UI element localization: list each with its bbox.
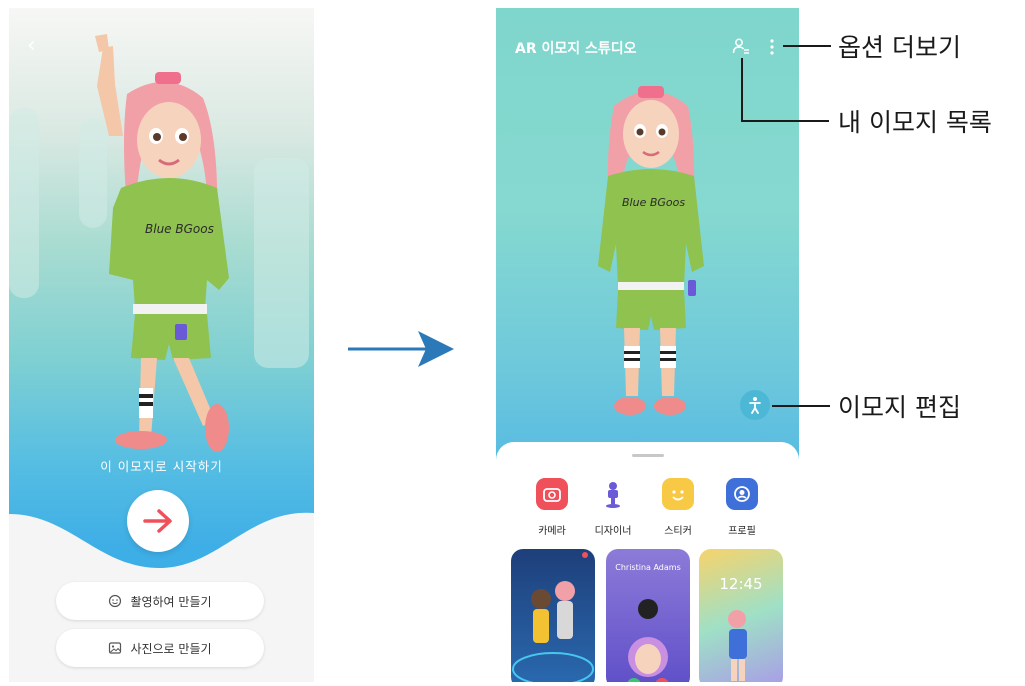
flow-arrow-icon bbox=[348, 331, 454, 367]
callout-line-my-emoji-list bbox=[741, 120, 829, 122]
card-caption: 12:45 bbox=[719, 575, 763, 593]
phone-screen-ar-emoji-studio: AR 이모지 스튜디오 Blue BGoos 카메라 디자이너 스티커 프로필 … bbox=[496, 8, 799, 682]
edit-emoji-button[interactable] bbox=[740, 390, 770, 420]
phone-screen-create-emoji: Blue BGoos ‹ 이 이모지로 시작하기 촬영하여 만들기 사진으로 만… bbox=[9, 8, 314, 682]
camera-icon bbox=[536, 478, 568, 510]
arrow-right-icon bbox=[143, 509, 172, 533]
create-from-photo-label: 사진으로 만들기 bbox=[130, 641, 212, 656]
emoji-avatar-illustration: Blue BGoos bbox=[598, 86, 704, 415]
callout-more-options: 옵션 더보기 bbox=[838, 33, 961, 62]
menu-item-label: 카메라 bbox=[538, 526, 566, 537]
preview-card[interactable]: 12:45 bbox=[699, 549, 783, 682]
menu-item-label: 스티커 bbox=[664, 526, 692, 537]
sheet-handle[interactable] bbox=[632, 454, 664, 457]
bottom-panel bbox=[9, 512, 314, 682]
designer-icon bbox=[597, 478, 629, 510]
more-options-icon[interactable] bbox=[769, 39, 775, 55]
menu-item-sticker[interactable]: 스티커 bbox=[648, 478, 708, 537]
menu-item-camera[interactable]: 카메라 bbox=[522, 478, 582, 537]
preview-card[interactable] bbox=[511, 549, 595, 682]
menu-item-designer[interactable]: 디자이너 bbox=[583, 478, 643, 537]
app-title: AR 이모지 스튜디오 bbox=[515, 41, 637, 57]
profile-icon bbox=[726, 478, 758, 510]
start-with-emoji-label: 이 이모지로 시작하기 bbox=[100, 459, 223, 474]
start-button[interactable] bbox=[127, 490, 189, 552]
card-caption: Christina Adams bbox=[615, 563, 681, 572]
menu-item-label: 디자이너 bbox=[594, 526, 632, 537]
callout-my-emoji-list: 내 이모지 목록 bbox=[838, 108, 992, 137]
menu-item-profile[interactable]: 프로필 bbox=[712, 478, 772, 537]
preview-card[interactable]: Christina Adams bbox=[606, 549, 690, 682]
menu-item-label: 프로필 bbox=[728, 526, 756, 537]
callout-line-my-emoji-vertical bbox=[741, 58, 743, 120]
bottom-sheet: 카메라 디자이너 스티커 프로필 Christina Adams 12:45 bbox=[496, 442, 799, 682]
svg-text:Blue BGoos: Blue BGoos bbox=[622, 196, 685, 209]
create-from-photo-button[interactable]: 사진으로 만들기 bbox=[56, 629, 264, 667]
create-by-capture-label: 촬영하여 만들기 bbox=[130, 594, 212, 609]
callout-line-edit-emoji bbox=[772, 405, 830, 407]
image-icon bbox=[109, 642, 122, 654]
my-emoji-list-icon[interactable] bbox=[732, 37, 750, 55]
sticker-icon bbox=[662, 478, 694, 510]
edit-emoji-icon bbox=[749, 397, 761, 414]
callout-line-more-options bbox=[783, 45, 831, 47]
face-icon bbox=[109, 594, 122, 608]
create-by-capture-button[interactable]: 촬영하여 만들기 bbox=[56, 582, 264, 620]
callout-edit-emoji: 이모지 편집 bbox=[838, 393, 961, 422]
